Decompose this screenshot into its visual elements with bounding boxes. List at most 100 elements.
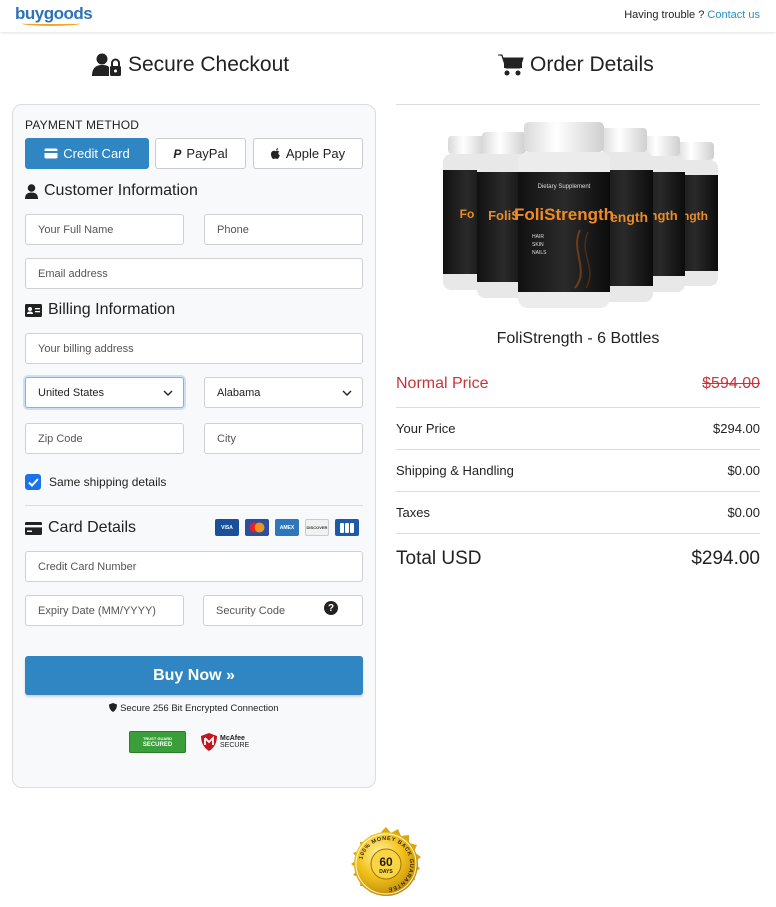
same-shipping-label[interactable]: Same shipping details [49, 475, 166, 489]
taxes-value: $0.00 [727, 505, 760, 520]
mcafee-shield-icon [201, 733, 217, 751]
bottle-line-2: SKIN [532, 242, 544, 248]
normal-price-row: Normal Price $594.00 [396, 375, 760, 393]
visa-icon: VISA [215, 519, 239, 536]
apple-pay-tab[interactable]: Apple Pay [253, 138, 363, 169]
card-brands: VISA AMEX DISCOVER [215, 519, 359, 536]
svg-text:Fo: Fo [460, 207, 475, 221]
checkout-title: Secure Checkout [128, 53, 290, 76]
money-back-guarantee-badge: 100% MONEY BACK GUARANTEE 60 DAYS [351, 827, 421, 896]
taxes-label: Taxes [396, 505, 430, 520]
mcafee-line1: McAfee [220, 735, 245, 742]
logo-swoosh [22, 21, 80, 26]
row-divider [396, 491, 760, 492]
row-divider [396, 407, 760, 408]
security-code-field[interactable]: Security Code [203, 595, 363, 626]
state-select[interactable]: Alabama [204, 377, 363, 408]
guarantee-number: 60 [379, 855, 393, 869]
mcafee-secure-badge: McAfee SECURE [201, 731, 261, 753]
paypal-icon: P [173, 146, 182, 161]
jcb-icon [335, 519, 359, 536]
trustguard-secured: SECURED [142, 742, 173, 748]
card-number-field[interactable]: Credit Card Number [25, 551, 363, 582]
credit-card-label: Credit Card [63, 146, 130, 161]
your-price-value: $294.00 [713, 421, 760, 436]
billing-info-title: Billing Information [48, 301, 176, 318]
order-title: Order Details [530, 53, 654, 76]
customer-info-title: Customer Information [44, 182, 198, 199]
apple-icon [270, 147, 280, 159]
zip-code-field[interactable]: Zip Code [25, 423, 184, 454]
country-value: United States [38, 386, 105, 399]
trustguard-secured-badge: TRUST GUARD SECURED [129, 731, 186, 753]
product-bottles-image: ngth Fo ength FoliS trength Dietary Supp… [443, 122, 718, 308]
bottle-line-3: NAILS [532, 250, 547, 256]
bottle-brand-text: FoliStrength [514, 205, 614, 224]
id-card-icon [25, 303, 42, 317]
city-field[interactable]: City [204, 423, 363, 454]
guarantee-unit: DAYS [379, 869, 393, 875]
credit-card-icon [25, 521, 42, 535]
checkmark-icon [27, 477, 39, 487]
secure-text: Secure 256 Bit Encrypted Connection [120, 703, 279, 714]
total-row: Total USD $294.00 [396, 548, 760, 570]
state-value: Alabama [217, 386, 261, 399]
secure-connection-text: Secure 256 Bit Encrypted Connection [0, 703, 388, 714]
bottle-line-1: HAIR [532, 234, 544, 240]
row-divider [396, 449, 760, 450]
normal-price-value: $594.00 [702, 375, 760, 392]
row-divider [396, 533, 760, 534]
chevron-down-icon [163, 390, 173, 396]
svg-text:ngth: ngth [682, 209, 708, 223]
product-name: FoliStrength - 6 Bottles [496, 330, 660, 347]
contact-us-link[interactable]: Contact us [707, 9, 760, 21]
taxes-row: Taxes $0.00 [396, 505, 760, 520]
shipping-row: Shipping & Handling $0.00 [396, 463, 760, 478]
same-shipping-checkbox[interactable] [25, 474, 41, 490]
your-price-label: Your Price [396, 421, 456, 436]
normal-price-label: Normal Price [396, 375, 489, 392]
email-field[interactable]: Email address [25, 258, 363, 289]
paypal-tab[interactable]: P PayPal [155, 138, 246, 169]
customer-info-heading: Customer Information [25, 180, 198, 202]
credit-card-icon [44, 148, 59, 159]
expiry-date-field[interactable]: Expiry Date (MM/YYYY) [25, 595, 184, 626]
amex-icon: AMEX [275, 519, 299, 536]
total-label: Total USD [396, 548, 482, 569]
question-circle-icon[interactable]: ? [324, 601, 338, 615]
bottle-front: Dietary Supplement FoliStrength HAIR SKI… [514, 122, 614, 308]
your-price-row: Your Price $294.00 [396, 421, 760, 436]
order-details-heading: Order Details [498, 50, 654, 80]
shipping-label: Shipping & Handling [396, 463, 514, 478]
trustguard-top: TRUST GUARD [142, 736, 173, 741]
paypal-label: PayPal [186, 146, 228, 161]
shipping-value: $0.00 [727, 463, 760, 478]
card-details-heading: Card Details [25, 517, 136, 539]
buy-now-button[interactable]: Buy Now » [25, 656, 363, 695]
discover-icon: DISCOVER [305, 519, 329, 536]
phone-field[interactable]: Phone [204, 214, 363, 245]
full-name-field[interactable]: Your Full Name [25, 214, 184, 245]
credit-card-tab[interactable]: Credit Card [25, 138, 149, 169]
top-bar: buygoods Having trouble ? Contact us [0, 0, 776, 32]
mcafee-line2: SECURE [220, 742, 250, 749]
bottle-supplement-text: Dietary Supplement [538, 184, 591, 190]
apple-pay-label: Apple Pay [285, 146, 346, 161]
chevron-down-icon [342, 390, 352, 396]
divider [25, 505, 363, 506]
user-icon [25, 183, 38, 199]
total-value: $294.00 [691, 548, 760, 569]
shopping-cart-icon [498, 54, 524, 76]
country-select[interactable]: United States [25, 377, 184, 408]
user-lock-icon [92, 53, 121, 76]
shield-icon [109, 703, 118, 712]
payment-method-label: PAYMENT METHOD [25, 118, 140, 132]
help-text: Having trouble ? Contact us [624, 9, 760, 21]
trouble-text: Having trouble ? [624, 9, 705, 21]
card-details-title: Card Details [48, 519, 137, 536]
mastercard-icon [245, 519, 269, 536]
billing-address-field[interactable]: Your billing address [25, 333, 363, 364]
billing-info-heading: Billing Information [25, 299, 175, 321]
order-divider [396, 104, 760, 105]
secure-checkout-heading: Secure Checkout [92, 50, 289, 80]
